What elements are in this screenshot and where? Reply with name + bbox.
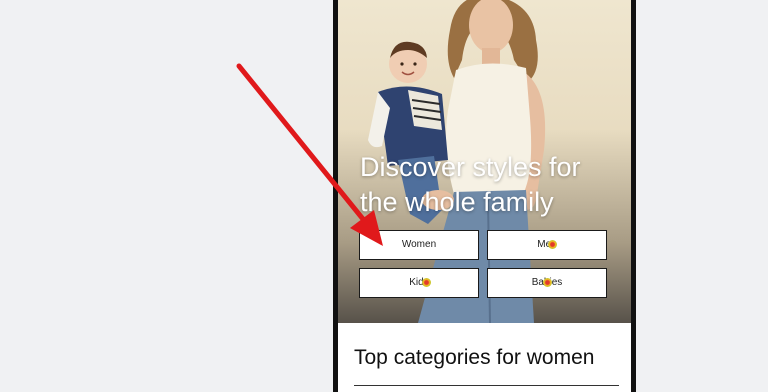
men-button[interactable]: Men bbox=[487, 230, 607, 260]
kids-button[interactable]: Kids bbox=[359, 268, 479, 298]
mobile-screen: Discover styles for the whole family Wom… bbox=[338, 0, 631, 392]
hero-title: Discover styles for the whole family bbox=[360, 152, 581, 217]
section-title: Top categories for women bbox=[354, 346, 595, 369]
phone-frame: Discover styles for the whole family Wom… bbox=[333, 0, 636, 392]
section-divider bbox=[354, 385, 619, 386]
babies-button[interactable]: Babies bbox=[487, 268, 607, 298]
hero-banner[interactable]: Discover styles for the whole family Wom… bbox=[338, 0, 631, 323]
women-button[interactable]: Women bbox=[359, 230, 479, 260]
